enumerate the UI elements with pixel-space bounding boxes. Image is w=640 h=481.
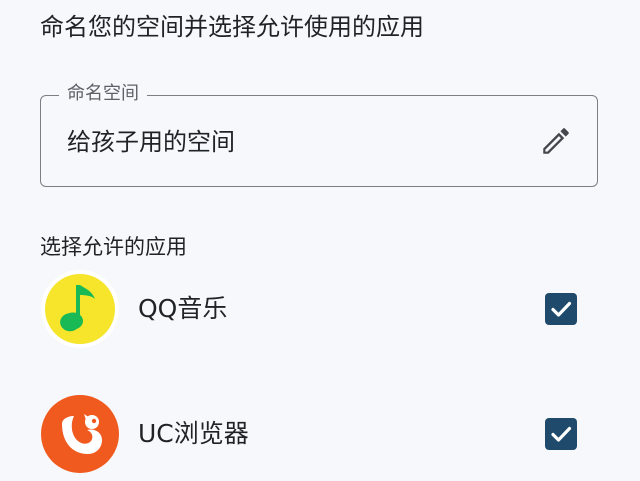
qq-music-icon xyxy=(40,269,120,349)
space-name-input[interactable] xyxy=(67,126,507,158)
space-setup-page: 命名您的空间并选择允许使用的应用 命名空间 选择允许的应用 QQ音乐 xyxy=(0,0,640,481)
app-row-qq-music[interactable]: QQ音乐 xyxy=(0,265,640,355)
allowed-apps-heading: 选择允许的应用 xyxy=(40,235,187,259)
app-name-qq-music: QQ音乐 xyxy=(138,294,228,323)
uc-browser-icon xyxy=(40,394,120,474)
uc-browser-checkbox[interactable] xyxy=(545,418,577,450)
pencil-edit-icon[interactable] xyxy=(539,124,573,158)
space-name-label: 命名空间 xyxy=(59,82,147,106)
app-row-uc-browser[interactable]: UC浏览器 xyxy=(0,390,640,480)
qq-music-checkbox[interactable] xyxy=(545,293,577,325)
app-name-uc-browser: UC浏览器 xyxy=(138,419,249,448)
page-title: 命名您的空间并选择允许使用的应用 xyxy=(40,13,424,41)
space-name-field[interactable]: 命名空间 xyxy=(40,82,598,187)
